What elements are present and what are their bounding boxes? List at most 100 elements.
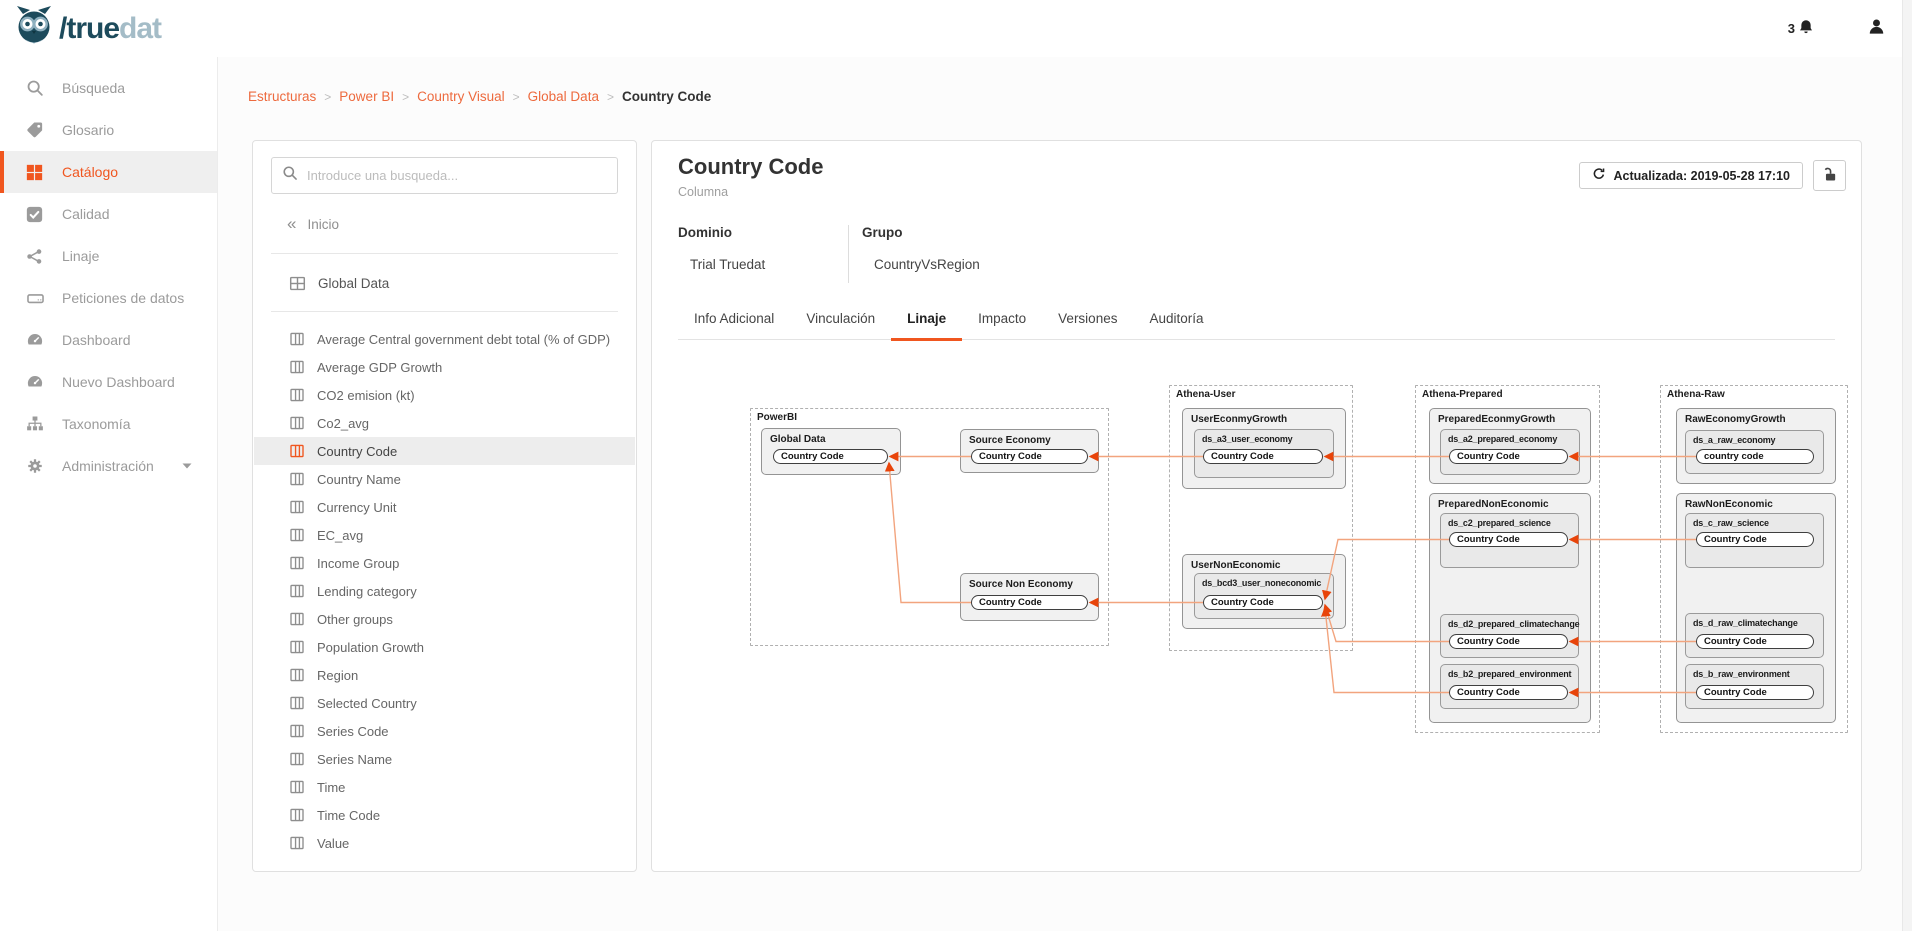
notification-count: 3 [1788,21,1795,36]
user-menu-button[interactable] [1867,17,1886,41]
column-icon [289,499,305,515]
bell-icon [1797,18,1815,39]
column-icon [289,415,305,431]
lineage-field-pill-b-raw-environment[interactable]: Country Code [1696,685,1814,700]
sidebar-item-label: Dashboard [62,332,131,348]
column-icon [289,723,305,739]
gear-icon [26,456,46,476]
list-item[interactable]: Series Code [254,717,635,745]
parent-structure-label: Global Data [318,276,389,291]
sidebar-item-label: Búsqueda [62,80,125,96]
list-item[interactable]: Selected Country [254,689,635,717]
list-item-label: Country Name [317,472,401,487]
column-icon [289,359,305,375]
list-item[interactable]: Currency Unit [254,493,635,521]
list-item[interactable]: Time [254,773,635,801]
list-item[interactable]: Value [254,829,635,857]
sidebar-item-label: Linaje [62,248,99,264]
breadcrumb-link[interactable]: Country Visual [417,89,505,104]
sidebar-item-glosario[interactable]: Glosario [0,109,217,151]
sidebar-item-linaje[interactable]: Linaje [0,235,217,277]
divider [271,311,618,312]
sidebar-item-busqueda[interactable]: Búsqueda [0,67,217,109]
lineage-field-pill-source-economy[interactable]: Country Code [971,449,1088,464]
list-item-label: Average GDP Growth [317,360,442,375]
list-item-label: EC_avg [317,528,363,543]
sidebar-item-peticiones-de-datos[interactable]: Peticiones de datos [0,277,217,319]
sidebar-item-label: Catálogo [62,164,118,180]
lineage-field-pill-c-raw-science[interactable]: Country Code [1696,532,1814,547]
search-icon [26,78,46,98]
double-chevron-left-icon: « [287,215,296,232]
sidebar-item-nuevo-dashboard[interactable]: Nuevo Dashboard [0,361,217,403]
sidebar-item-catalogo[interactable]: Catálogo [0,151,217,193]
list-item[interactable]: Average Central government debt total (%… [254,325,635,353]
parent-structure-item[interactable]: Global Data [289,263,389,303]
list-item[interactable]: Average GDP Growth [254,353,635,381]
sidebar-item-calidad[interactable]: Calidad [0,193,217,235]
logo-text: /truedat [59,12,161,46]
structure-search-input[interactable] [307,168,607,183]
truedat-logo[interactable]: /truedat [14,5,161,52]
sidebar-item-label: Nuevo Dashboard [62,374,175,390]
lineage-field-pill-c2-prepared-science[interactable]: Country Code [1449,532,1568,547]
sidebar-item-taxonomia[interactable]: Taxonomía [0,403,217,445]
list-item[interactable]: Time Code [254,801,635,829]
lineage-field-pill-d-raw-climatechange[interactable]: Country Code [1696,634,1814,649]
column-icon [289,471,305,487]
breadcrumb: Estructuras>Power BI>Country Visual>Glob… [248,89,711,104]
chevron-down-icon [181,460,193,472]
lineage-field-pill-d2-prepared-climatechange[interactable]: Country Code [1449,634,1568,649]
scrollbar[interactable] [1902,0,1912,931]
lineage-diagram: PowerBIAthena-UserAthena-PreparedAthena-… [652,141,1861,871]
lineage-field-pill-a3-user-economy[interactable]: Country Code [1203,449,1323,464]
gauge-icon [26,330,46,350]
table-icon [289,275,306,292]
list-item[interactable]: Population Growth [254,633,635,661]
gauge-icon [26,372,46,392]
breadcrumb-link[interactable]: Power BI [339,89,394,104]
list-item[interactable]: Lending category [254,577,635,605]
list-item[interactable]: Region [254,661,635,689]
sidebar-item-label: Administración [62,458,154,474]
list-item[interactable]: EC_avg [254,521,635,549]
list-item[interactable]: Country Name [254,465,635,493]
list-item[interactable]: Other groups [254,605,635,633]
column-icon [289,555,305,571]
list-item-label: Selected Country [317,696,417,711]
sidebar-item-administracion[interactable]: Administración [0,445,217,487]
list-item[interactable]: Country Code [254,437,635,465]
breadcrumb-link[interactable]: Global Data [528,89,599,104]
list-item-label: Population Growth [317,640,424,655]
lineage-field-pill-b2-prepared-environment[interactable]: Country Code [1449,685,1568,700]
list-item[interactable]: Co2_avg [254,409,635,437]
topbar: /truedat 3 [0,0,1912,57]
search-box [271,157,618,194]
lineage-field-pill-source-non-economy[interactable]: Country Code [971,595,1088,610]
lineage-field-pill-a2-prepared-economy[interactable]: Country Code [1449,449,1568,464]
list-item-label: Time Code [317,808,380,823]
breadcrumb-separator: > [324,90,331,104]
list-item-label: Time [317,780,345,795]
list-item[interactable]: Series Name [254,745,635,773]
lineage-field-pill-bcd3-user-noneconomic[interactable]: Country Code [1203,595,1323,610]
column-icon [289,807,305,823]
list-item-label: Region [317,668,358,683]
back-to-home[interactable]: « Inicio [287,207,339,241]
breadcrumb-separator: > [607,90,614,104]
sidebar-item-label: Calidad [62,206,109,222]
breadcrumb-link[interactable]: Estructuras [248,89,316,104]
list-item[interactable]: Income Group [254,549,635,577]
column-icon [289,331,305,347]
list-item-label: CO2 emision (kt) [317,388,415,403]
notifications-button[interactable]: 3 [1788,18,1815,39]
list-item-label: Series Code [317,724,389,739]
lineage-field-pill-a-raw-economy[interactable]: country code [1696,449,1814,464]
column-icon [289,695,305,711]
lineage-field-pill-global-data[interactable]: Country Code [773,449,888,464]
list-item[interactable]: CO2 emision (kt) [254,381,635,409]
sidebar-item-dashboard[interactable]: Dashboard [0,319,217,361]
sidebar: Búsqueda Glosario Catálogo Calidad Linaje Pet… [0,57,218,931]
column-icon [289,443,305,459]
list-item-label: Currency Unit [317,500,396,515]
